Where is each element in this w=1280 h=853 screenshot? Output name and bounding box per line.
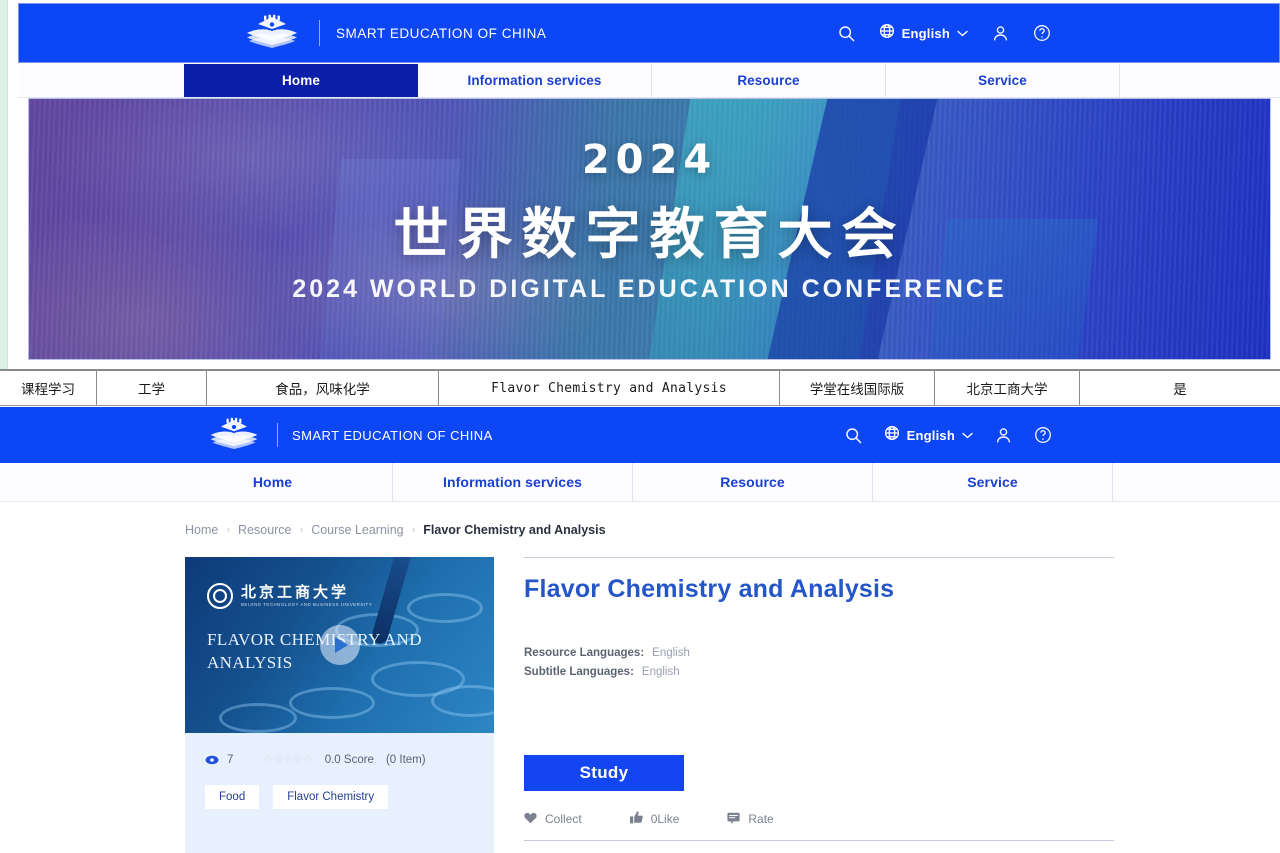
- course-thumbnail[interactable]: 北京工商大学 BEIJING TECHNOLOGY AND BUSINESS U…: [185, 557, 494, 733]
- nav-item-service[interactable]: Service: [873, 463, 1113, 501]
- table-cell-university: 北京工商大学: [935, 371, 1080, 405]
- nav-item-information-services[interactable]: Information services: [393, 463, 633, 501]
- banner-year: 2024: [581, 137, 718, 183]
- breadcrumb-separator: ›: [226, 524, 231, 536]
- course-media-card: 北京工商大学 BEIJING TECHNOLOGY AND BUSINESS U…: [185, 557, 494, 853]
- table-cell-subject: 食品，风味化学: [207, 371, 439, 405]
- brand-name-top: SMART EDUCATION OF CHINA: [336, 25, 547, 41]
- help-circle-icon[interactable]: [1034, 426, 1052, 444]
- breadcrumb-item-course-learning[interactable]: Course Learning: [311, 523, 403, 537]
- nav-item-service-top[interactable]: Service: [886, 64, 1120, 97]
- brand-name-bottom: SMART EDUCATION OF CHINA: [292, 427, 493, 443]
- like-button[interactable]: 0Like: [629, 811, 680, 827]
- homepage-banner[interactable]: 2024 世界数字教育大会 2024 WORLD DIGITAL EDUCATI…: [28, 98, 1271, 360]
- meta-value: English: [641, 666, 680, 678]
- thumbs-up-icon: [629, 811, 643, 827]
- language-label: English: [906, 427, 955, 443]
- table-cell-category: 课程学习: [0, 371, 97, 405]
- heart-icon: [524, 812, 537, 827]
- meta-subtitle-languages: Subtitle Languages: English: [524, 666, 680, 678]
- rating-score: 0.0 Score: [324, 753, 374, 766]
- view-count: 7: [227, 753, 234, 766]
- page-title: Flavor Chemistry and Analysis: [524, 575, 895, 603]
- chevron-down-icon: [957, 24, 968, 42]
- rate-button[interactable]: Rate: [727, 812, 774, 827]
- table-cell-flag: 是: [1173, 382, 1187, 398]
- user-icon[interactable]: [995, 427, 1012, 444]
- header-actions-bottom: English: [845, 425, 1052, 446]
- screenshot-root: SMART EDUCATION OF CHINA English Home In…: [0, 0, 1280, 853]
- rate-label: Rate: [748, 812, 774, 826]
- nav-item-resource[interactable]: Resource: [633, 463, 873, 501]
- site-header-bottom: SMART EDUCATION OF CHINA English: [0, 407, 1280, 463]
- collect-button[interactable]: Collect: [524, 812, 582, 827]
- nav-item-resource-top[interactable]: Resource: [652, 64, 886, 97]
- university-seal-icon: [207, 583, 233, 609]
- language-label: English: [901, 25, 950, 41]
- top-page-capture: SMART EDUCATION OF CHINA English Home In…: [9, 0, 1280, 368]
- university-name-en: BEIJING TECHNOLOGY AND BUSINESS UNIVERSI…: [241, 601, 373, 607]
- nav-item-information-services-top[interactable]: Information services: [418, 64, 652, 97]
- language-selector[interactable]: English: [879, 23, 968, 44]
- play-icon[interactable]: [319, 625, 360, 665]
- search-icon[interactable]: [845, 427, 862, 444]
- like-label: 0Like: [650, 812, 680, 826]
- meta-label: Resource Languages:: [524, 647, 645, 659]
- chevron-down-icon: [962, 426, 973, 444]
- left-edge-strip: [0, 0, 8, 369]
- breadcrumb-separator: ›: [299, 524, 304, 536]
- primary-nav-top: Home Information services Resource Servi…: [18, 64, 1280, 98]
- brand-block-top[interactable]: SMART EDUCATION OF CHINA: [241, 14, 546, 52]
- tag-food[interactable]: Food: [205, 785, 260, 809]
- rating-stars[interactable]: ☆☆☆☆☆: [263, 753, 312, 766]
- bottom-page-capture: SMART EDUCATION OF CHINA English Home In…: [0, 407, 1280, 853]
- university-name-cn: 北京工商大学: [241, 582, 350, 601]
- study-button[interactable]: Study: [524, 755, 684, 791]
- open-book-logo-icon: [241, 14, 303, 52]
- collect-label: Collect: [545, 812, 582, 826]
- brand-divider: [277, 423, 278, 447]
- meta-label: Subtitle Languages:: [524, 666, 634, 678]
- tag-flavor-chemistry[interactable]: Flavor Chemistry: [273, 785, 389, 809]
- eye-icon: [205, 755, 219, 765]
- brand-divider: [319, 20, 320, 46]
- brand-block-bottom[interactable]: SMART EDUCATION OF CHINA: [205, 417, 493, 453]
- meta-value: English: [652, 647, 690, 659]
- nav-item-home[interactable]: Home: [153, 463, 393, 501]
- open-book-logo-icon: [205, 417, 263, 453]
- site-header-top: SMART EDUCATION OF CHINA English: [18, 3, 1280, 63]
- comment-icon: [727, 812, 740, 827]
- breadcrumb-item-resource[interactable]: Resource: [238, 523, 292, 537]
- meta-resource-languages: Resource Languages: English: [524, 647, 690, 659]
- table-cell-course-title: Flavor Chemistry and Analysis: [439, 371, 780, 405]
- language-selector[interactable]: English: [884, 425, 973, 446]
- breadcrumb-item-current: Flavor Chemistry and Analysis: [423, 523, 606, 537]
- user-icon[interactable]: [992, 25, 1009, 42]
- breadcrumb-separator: ›: [411, 524, 416, 536]
- table-cell-discipline: 工学: [97, 371, 207, 405]
- breadcrumb-item-home[interactable]: Home: [185, 523, 218, 537]
- banner-text-block: 2024 世界数字教育大会 2024 WORLD DIGITAL EDUCATI…: [29, 137, 1270, 304]
- spreadsheet-row-strip: 课程学习 工学 食品，风味化学 Flavor Chemistry and Ana…: [0, 369, 1280, 406]
- table-cell-platform: 学堂在线国际版: [780, 371, 935, 405]
- globe-icon: [879, 23, 895, 44]
- detail-bottom-divider: [524, 840, 1114, 841]
- rating-item-count: (0 Item): [385, 753, 426, 766]
- breadcrumb: Home › Resource › Course Learning › Flav…: [185, 523, 606, 537]
- course-stats: 7 ☆☆☆☆☆ 0.0 Score (0 Item): [205, 753, 426, 766]
- banner-title-en: 2024 WORLD DIGITAL EDUCATION CONFERENCE: [292, 275, 1007, 303]
- globe-icon: [884, 425, 900, 446]
- university-logo: 北京工商大学 BEIJING TECHNOLOGY AND BUSINESS U…: [207, 583, 372, 609]
- detail-top-divider: [524, 557, 1114, 558]
- course-tags: Food Flavor Chemistry: [205, 785, 389, 809]
- header-actions-top: English: [838, 23, 1051, 44]
- banner-title-cn: 世界数字教育大会: [393, 202, 906, 266]
- primary-nav-bottom: Home Information services Resource Servi…: [0, 463, 1280, 502]
- help-circle-icon[interactable]: [1033, 24, 1051, 42]
- nav-item-home-top[interactable]: Home: [184, 64, 418, 97]
- search-icon[interactable]: [838, 25, 855, 42]
- course-action-bar: Collect 0Like Rate: [524, 811, 822, 827]
